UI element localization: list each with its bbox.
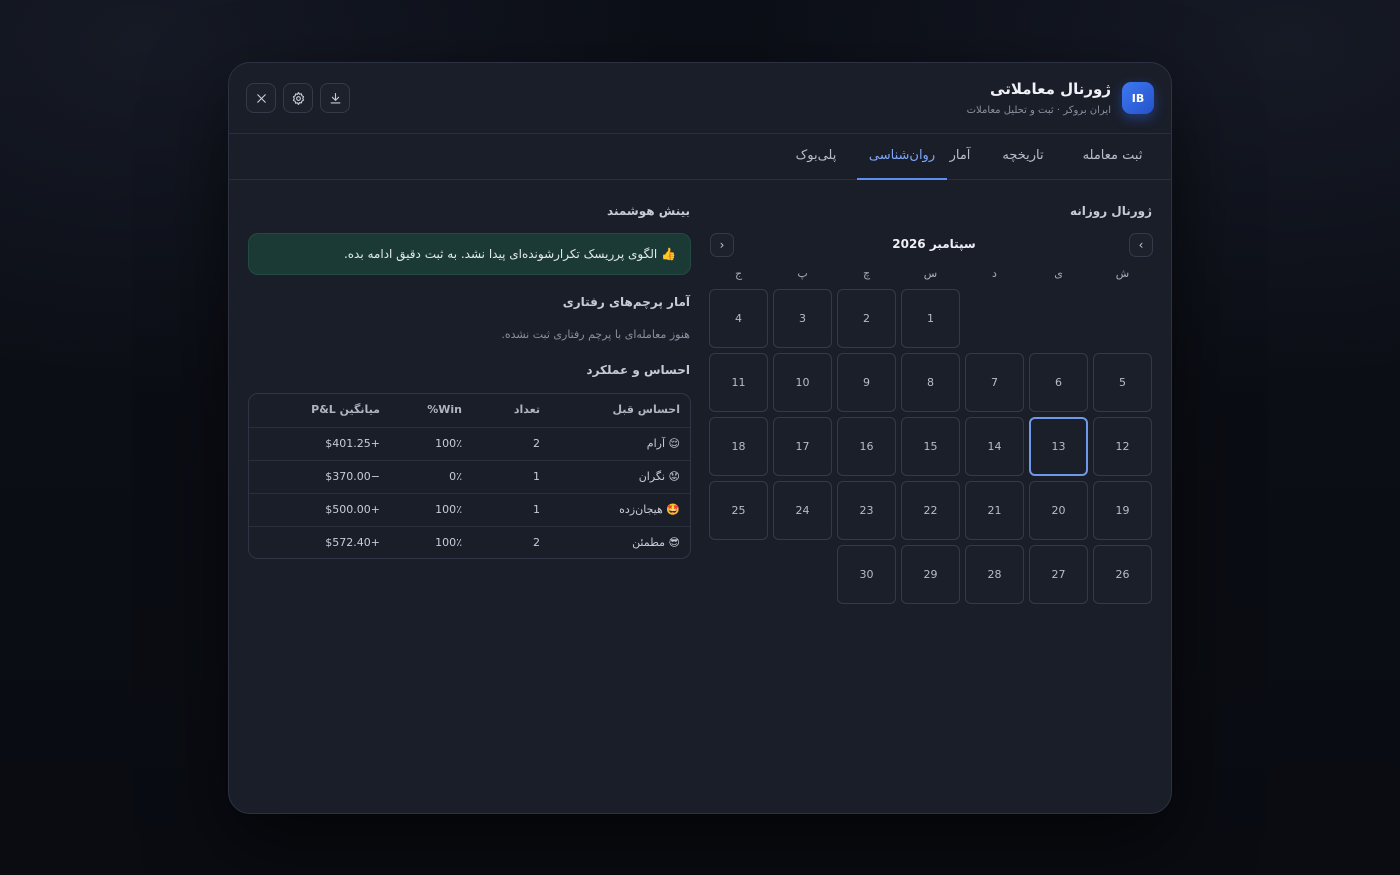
modal-header: IB ژورنال معاملاتی ایران بروکر · ثبت و ت… xyxy=(229,63,1171,134)
calendar-day[interactable]: 27 xyxy=(1029,545,1088,604)
next-month-button[interactable]: › xyxy=(710,233,734,257)
app-title: ژورنال معاملاتی xyxy=(990,80,1111,98)
mood-cell: 😎 مطمئن xyxy=(632,536,680,549)
calendar-day[interactable]: 1 xyxy=(901,289,960,348)
calendar-day[interactable]: 18 xyxy=(709,417,768,476)
flags-title: آمار پرچم‌های رفتاری xyxy=(562,295,690,309)
calendar-day[interactable]: 5 xyxy=(1093,353,1152,412)
tab-playbook[interactable]: پلی‌بوک xyxy=(781,134,851,180)
gear-icon xyxy=(292,91,304,105)
calendar-day[interactable]: 21 xyxy=(965,481,1024,540)
calendar-day[interactable]: 3 xyxy=(773,289,832,348)
calendar-day[interactable]: 7 xyxy=(965,353,1024,412)
tab-bar: ثبت معامله تاریخچه آمار روان‌شناسی پلی‌ب… xyxy=(229,134,1171,180)
calendar-day[interactable]: 28 xyxy=(965,545,1024,604)
app-logo: IB xyxy=(1122,82,1154,114)
flags-empty-text: هنوز معامله‌ای با پرچم رفتاری ثبت نشده. xyxy=(501,328,690,341)
calendar-day[interactable]: 19 xyxy=(1093,481,1152,540)
pnl-cell: +$500.00 xyxy=(325,503,380,516)
count-cell: 2 xyxy=(533,437,540,450)
calendar-day[interactable]: 20 xyxy=(1029,481,1088,540)
close-icon xyxy=(256,93,266,103)
win-cell: 100٪ xyxy=(435,503,462,516)
header-win: Win% xyxy=(427,403,462,416)
mood-cell: 😟 نگران xyxy=(638,470,680,483)
weekday-label: د xyxy=(992,267,997,280)
calendar-day[interactable]: 24 xyxy=(773,481,832,540)
table-row: 😟 نگران 1 0٪ −$370.00 xyxy=(249,460,690,493)
calendar-day[interactable]: 30 xyxy=(837,545,896,604)
calendar-day[interactable]: 8 xyxy=(901,353,960,412)
download-button[interactable] xyxy=(320,83,350,113)
close-button[interactable] xyxy=(246,83,276,113)
calendar-day[interactable]: 22 xyxy=(901,481,960,540)
calendar-day[interactable]: 2 xyxy=(837,289,896,348)
download-icon xyxy=(330,92,340,103)
header-mood: احساس قبل xyxy=(612,403,680,416)
pnl-cell: +$572.40 xyxy=(325,536,380,549)
calendar-title: ژورنال روزانه xyxy=(1069,204,1152,218)
win-cell: 100٪ xyxy=(435,437,462,450)
calendar-day[interactable]: 16 xyxy=(837,417,896,476)
mood-cell: 😌 آرام xyxy=(646,437,680,450)
calendar-day[interactable]: 25 xyxy=(709,481,768,540)
calendar-month: سپتامبر 2026 xyxy=(892,237,976,251)
insight-card: 👍 الگوی پرریسک تکرارشونده‌ای پیدا نشد. ب… xyxy=(248,233,691,275)
table-row: 😎 مطمئن 2 100٪ +$572.40 xyxy=(249,526,690,558)
prev-month-button[interactable]: ‹ xyxy=(1129,233,1153,257)
pnl-cell: +$401.25 xyxy=(325,437,380,450)
mood-cell: 🤩 هیجان‌زده xyxy=(619,503,680,516)
calendar-day[interactable]: 26 xyxy=(1093,545,1152,604)
performance-title: احساس و عملکرد xyxy=(586,363,690,377)
calendar-day[interactable]: 12 xyxy=(1093,417,1152,476)
insight-title: بینش هوشمند xyxy=(607,204,690,218)
tab-history[interactable]: تاریخچه xyxy=(988,134,1058,180)
table-header-row: احساس قبل تعداد Win% میانگین P&L xyxy=(249,394,690,427)
calendar-day[interactable]: 9 xyxy=(837,353,896,412)
calendar-day[interactable]: 15 xyxy=(901,417,960,476)
weekday-label: چ xyxy=(862,267,871,280)
win-cell: 100٪ xyxy=(435,536,462,549)
settings-button[interactable] xyxy=(283,83,313,113)
calendar-day[interactable]: 11 xyxy=(709,353,768,412)
mood-performance-table: احساس قبل تعداد Win% میانگین P&L 😌 آرام … xyxy=(248,393,691,559)
calendar-day[interactable]: 10 xyxy=(773,353,832,412)
table-row: 😌 آرام 2 100٪ +$401.25 xyxy=(249,427,690,460)
weekday-label: ج xyxy=(734,267,743,280)
calendar-day[interactable]: 4 xyxy=(709,289,768,348)
weekday-label: ش xyxy=(1115,267,1130,280)
weekday-label: س xyxy=(923,267,938,280)
table-row: 🤩 هیجان‌زده 1 100٪ +$500.00 xyxy=(249,493,690,526)
header-pnl: میانگین P&L xyxy=(311,403,380,416)
win-cell: 0٪ xyxy=(449,470,462,483)
calendar-day[interactable]: 14 xyxy=(965,417,1024,476)
weekday-label: ی xyxy=(1054,267,1063,280)
calendar-day[interactable]: 29 xyxy=(901,545,960,604)
tab-new-trade[interactable]: ثبت معامله xyxy=(1071,134,1154,180)
count-cell: 2 xyxy=(533,536,540,549)
count-cell: 1 xyxy=(533,503,540,516)
count-cell: 1 xyxy=(533,470,540,483)
calendar-day[interactable]: 23 xyxy=(837,481,896,540)
header-count: تعداد xyxy=(513,403,540,416)
app-subtitle: ایران بروکر · ثبت و تحلیل معاملات xyxy=(966,105,1111,116)
journal-modal: IB ژورنال معاملاتی ایران بروکر · ثبت و ت… xyxy=(228,62,1172,814)
calendar-day[interactable]: 17 xyxy=(773,417,832,476)
calendar-day[interactable]: 6 xyxy=(1029,353,1088,412)
calendar-day-selected[interactable]: 13 xyxy=(1029,417,1088,476)
tab-psychology[interactable]: روان‌شناسی xyxy=(857,134,947,180)
weekday-label: پ xyxy=(797,267,808,280)
pnl-cell: −$370.00 xyxy=(325,470,380,483)
